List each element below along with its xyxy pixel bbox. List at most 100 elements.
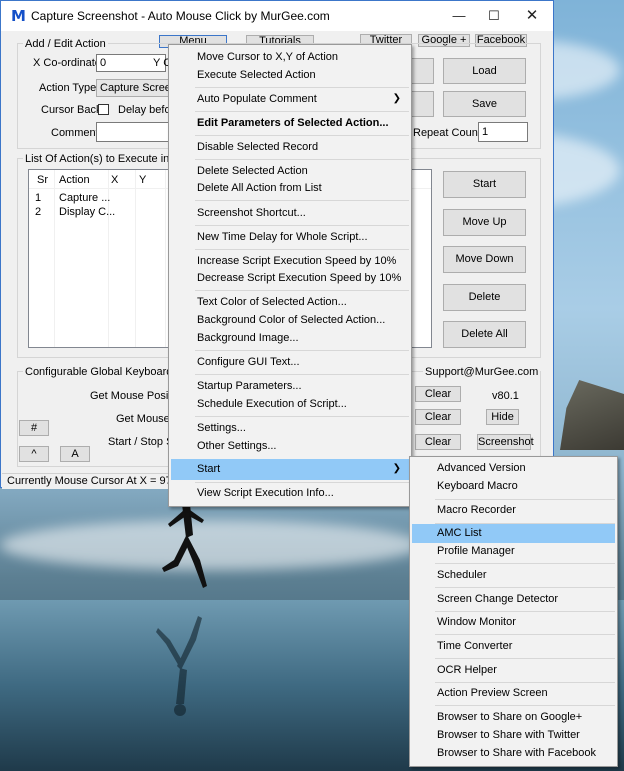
column-header-action[interactable]: Action bbox=[59, 174, 90, 186]
menu-item-label: Auto Populate Comment bbox=[197, 93, 317, 105]
menu-item-decrease-speed[interactable]: Decrease Script Execution Speed by 10% bbox=[197, 272, 401, 284]
menu-separator bbox=[195, 111, 409, 112]
menu-item-execute-selected[interactable]: Execute Selected Action bbox=[197, 69, 316, 81]
menu-separator bbox=[435, 658, 615, 659]
repeat-count-label: Repeat Count : bbox=[413, 127, 487, 139]
column-header-x[interactable]: X bbox=[111, 174, 118, 186]
hash-button[interactable]: # bbox=[19, 420, 49, 436]
submenu-item-macro-recorder[interactable]: Macro Recorder bbox=[437, 504, 516, 516]
submenu-item-action-preview[interactable]: Action Preview Screen bbox=[437, 687, 548, 699]
start-submenu: Advanced Version Keyboard Macro Macro Re… bbox=[409, 456, 618, 767]
menu-item-delete-all[interactable]: Delete All Action from List bbox=[197, 182, 322, 194]
menu-item-delete-selected[interactable]: Delete Selected Action bbox=[197, 165, 308, 177]
minimize-button[interactable]: — bbox=[444, 5, 474, 27]
version-label: v80.1 bbox=[492, 390, 519, 402]
submenu-item-keyboard-macro[interactable]: Keyboard Macro bbox=[437, 480, 518, 492]
load-button[interactable]: Load bbox=[443, 58, 526, 84]
title-bar[interactable]: M Capture Screenshot - Auto Mouse Click … bbox=[1, 1, 553, 31]
menu-item-settings[interactable]: Settings... bbox=[197, 422, 246, 434]
menu-item-increase-speed[interactable]: Increase Script Execution Speed by 10% bbox=[197, 255, 396, 267]
action-type-select[interactable]: Capture Screensh bbox=[96, 79, 171, 97]
menu-separator bbox=[195, 482, 409, 483]
context-menu: Move Cursor to X,Y of Action Execute Sel… bbox=[168, 44, 412, 507]
menu-item-new-time-delay[interactable]: New Time Delay for Whole Script... bbox=[197, 231, 368, 243]
menu-separator bbox=[195, 249, 409, 250]
list-divider bbox=[165, 170, 166, 347]
menu-separator bbox=[435, 682, 615, 683]
menu-item-edit-parameters[interactable]: Edit Parameters of Selected Action... bbox=[197, 117, 389, 129]
menu-item-text-color[interactable]: Text Color of Selected Action... bbox=[197, 296, 347, 308]
screenshot-button[interactable]: Screenshot bbox=[477, 434, 534, 450]
save-button[interactable]: Save bbox=[443, 91, 526, 117]
support-email-link[interactable]: Support@MurGee.com bbox=[423, 366, 541, 378]
close-button[interactable]: ✕ bbox=[517, 5, 547, 27]
menu-item-view-execution-info[interactable]: View Script Execution Info... bbox=[197, 487, 334, 499]
clear-button-2[interactable]: Clear bbox=[415, 409, 461, 425]
list-divider bbox=[135, 170, 136, 347]
submenu-item-ocr-helper[interactable]: OCR Helper bbox=[437, 664, 497, 676]
submenu-item-profile-manager[interactable]: Profile Manager bbox=[437, 545, 515, 557]
menu-separator bbox=[435, 611, 615, 612]
menu-separator bbox=[195, 135, 409, 136]
maximize-button[interactable]: ☐ bbox=[479, 5, 509, 27]
row-action: Display C... bbox=[59, 206, 116, 218]
menu-item-screenshot-shortcut[interactable]: Screenshot Shortcut... bbox=[197, 207, 306, 219]
menu-item-start[interactable]: Start ❯ bbox=[197, 463, 409, 475]
clear-button-3[interactable]: Clear bbox=[415, 434, 461, 450]
delete-all-button[interactable]: Delete All bbox=[443, 321, 526, 348]
cursor-back-checkbox[interactable] bbox=[98, 104, 109, 115]
submenu-item-time-converter[interactable]: Time Converter bbox=[437, 640, 512, 652]
submenu-item-screen-change-detector[interactable]: Screen Change Detector bbox=[437, 593, 558, 605]
menu-item-configure-gui[interactable]: Configure GUI Text... bbox=[197, 356, 300, 368]
repeat-count-input[interactable]: 1 bbox=[478, 122, 528, 142]
table-row[interactable]: 1 Capture ... bbox=[35, 192, 110, 204]
delete-button[interactable]: Delete bbox=[443, 284, 526, 311]
menu-item-move-cursor[interactable]: Move Cursor to X,Y of Action bbox=[197, 51, 338, 63]
hidden-button-2[interactable] bbox=[409, 91, 434, 117]
cloud bbox=[0, 520, 420, 570]
submenu-item-scheduler[interactable]: Scheduler bbox=[437, 569, 487, 581]
menu-separator bbox=[435, 499, 615, 500]
menu-separator bbox=[195, 159, 409, 160]
column-header-y[interactable]: Y bbox=[139, 174, 146, 186]
status-text: Currently Mouse Cursor At X = 977, Y bbox=[7, 475, 192, 487]
menu-item-label: Start bbox=[197, 463, 221, 475]
list-divider bbox=[54, 170, 55, 347]
move-down-button[interactable]: Move Down bbox=[443, 246, 526, 273]
submenu-item-advanced-version[interactable]: Advanced Version bbox=[437, 462, 526, 474]
menu-item-startup-parameters[interactable]: Startup Parameters... bbox=[197, 380, 302, 392]
menu-item-background-color[interactable]: Background Color of Selected Action... bbox=[197, 314, 385, 326]
start-button[interactable]: Start bbox=[443, 171, 526, 198]
clear-button-1[interactable]: Clear bbox=[415, 386, 461, 402]
comment-input[interactable] bbox=[96, 122, 171, 142]
row-sr: 2 bbox=[35, 206, 42, 218]
menu-separator bbox=[435, 634, 615, 635]
row-sr: 1 bbox=[35, 192, 42, 204]
caret-button[interactable]: ^ bbox=[19, 446, 49, 462]
menu-separator bbox=[435, 563, 615, 564]
submenu-item-window-monitor[interactable]: Window Monitor bbox=[437, 616, 516, 628]
move-up-button[interactable]: Move Up bbox=[443, 209, 526, 236]
menu-separator bbox=[435, 587, 615, 588]
menu-item-disable-record[interactable]: Disable Selected Record bbox=[197, 141, 318, 153]
submenu-item-share-google[interactable]: Browser to Share on Google+ bbox=[437, 711, 582, 723]
table-row[interactable]: 2 Display C... bbox=[35, 206, 115, 218]
menu-separator bbox=[195, 87, 409, 88]
menu-item-other-settings[interactable]: Other Settings... bbox=[197, 440, 276, 452]
column-header-sr[interactable]: Sr bbox=[37, 174, 48, 186]
menu-separator bbox=[195, 290, 409, 291]
menu-item-auto-populate[interactable]: Auto Populate Comment ❯ bbox=[197, 93, 409, 105]
submenu-item-share-twitter[interactable]: Browser to Share with Twitter bbox=[437, 729, 580, 741]
menu-separator bbox=[195, 374, 409, 375]
menu-item-background-image[interactable]: Background Image... bbox=[197, 332, 299, 344]
app-logo-icon: M bbox=[11, 7, 26, 25]
submenu-item-amc-list[interactable]: AMC List bbox=[437, 527, 482, 539]
window-title: Capture Screenshot - Auto Mouse Click by… bbox=[31, 9, 330, 23]
submenu-item-share-facebook[interactable]: Browser to Share with Facebook bbox=[437, 747, 596, 759]
a-button[interactable]: A bbox=[60, 446, 90, 462]
menu-separator bbox=[435, 705, 615, 706]
hide-button[interactable]: Hide bbox=[486, 409, 519, 425]
menu-item-schedule-execution[interactable]: Schedule Execution of Script... bbox=[197, 398, 347, 410]
runner-reflection bbox=[156, 616, 202, 716]
hidden-button-1[interactable] bbox=[409, 58, 434, 84]
